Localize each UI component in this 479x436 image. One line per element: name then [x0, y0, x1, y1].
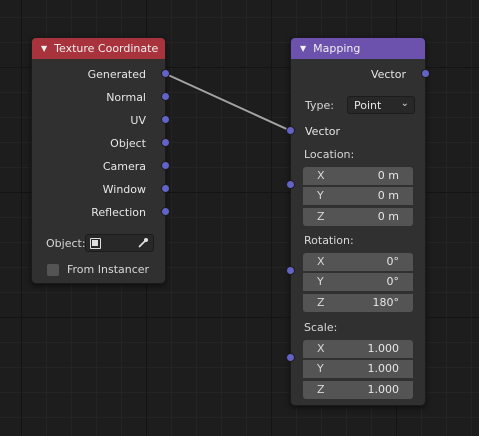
rotation-z-field[interactable]: Z 180°	[303, 294, 413, 312]
type-dropdown-value: Point	[354, 99, 382, 112]
socket-generated[interactable]	[161, 69, 170, 78]
scale-z-field[interactable]: Z 1.000	[303, 381, 413, 399]
axis-label: X	[317, 169, 325, 182]
collapse-arrow-icon[interactable]: ▼	[41, 44, 47, 53]
type-label: Type:	[305, 99, 334, 112]
axis-label: X	[317, 255, 325, 268]
output-label-camera: Camera	[102, 160, 146, 173]
field-value: 1.000	[367, 342, 400, 355]
socket-camera[interactable]	[161, 161, 170, 170]
node-title: Mapping	[313, 42, 361, 55]
object-cube-icon	[90, 238, 101, 249]
socket-vector-input[interactable]	[286, 126, 295, 135]
location-y-field[interactable]: Y 0 m	[303, 187, 413, 205]
socket-object[interactable]	[161, 138, 170, 147]
field-value: 0°	[386, 275, 400, 288]
object-picker-field[interactable]	[85, 234, 154, 252]
socket-vector-output[interactable]	[421, 69, 430, 78]
output-label-window: Window	[102, 183, 146, 196]
axis-label: X	[317, 342, 325, 355]
object-label: Object:	[46, 237, 86, 250]
texture-coordinate-node[interactable]: ▼ Texture Coordinate Generated Normal UV…	[31, 37, 166, 284]
axis-label: Y	[317, 275, 324, 288]
field-value: 0°	[386, 255, 400, 268]
output-label-generated: Generated	[87, 68, 146, 81]
output-label-vector: Vector	[370, 68, 406, 81]
from-instancer-label: From Instancer	[67, 263, 150, 276]
socket-window[interactable]	[161, 184, 170, 193]
socket-normal[interactable]	[161, 92, 170, 101]
location-x-field[interactable]: X 0 m	[303, 167, 413, 185]
axis-label: Y	[317, 189, 324, 202]
location-z-field[interactable]: Z 0 m	[303, 208, 413, 226]
field-value: 0 m	[377, 210, 399, 223]
rotation-x-field[interactable]: X 0°	[303, 253, 413, 271]
from-instancer-checkbox[interactable]	[47, 264, 59, 276]
output-label-reflection: Reflection	[91, 206, 146, 219]
socket-rotation-input[interactable]	[286, 266, 295, 275]
eyedropper-icon[interactable]	[137, 237, 149, 249]
output-label-object: Object	[110, 137, 146, 150]
field-value: 180°	[372, 296, 400, 309]
socket-uv[interactable]	[161, 115, 170, 124]
scale-x-field[interactable]: X 1.000	[303, 340, 413, 358]
field-value: 0 m	[377, 169, 399, 182]
socket-reflection[interactable]	[161, 207, 170, 216]
field-value: 1.000	[367, 383, 400, 396]
vector-input-label: Vector	[305, 125, 341, 138]
collapse-arrow-icon[interactable]: ▼	[300, 44, 306, 53]
scale-label: Scale:	[304, 321, 338, 334]
scale-y-field[interactable]: Y 1.000	[303, 360, 413, 378]
mapping-node[interactable]: ▼ Mapping Vector Type: Point ⌄ Vector Lo…	[290, 37, 426, 406]
socket-scale-input[interactable]	[286, 353, 295, 362]
mapping-header[interactable]: ▼ Mapping	[291, 38, 425, 59]
axis-label: Z	[317, 296, 325, 309]
rotation-y-field[interactable]: Y 0°	[303, 273, 413, 291]
rotation-label: Rotation:	[304, 234, 354, 247]
output-label-normal: Normal	[106, 91, 146, 104]
socket-location-input[interactable]	[286, 180, 295, 189]
axis-label: Z	[317, 383, 325, 396]
chevron-down-icon: ⌄	[400, 98, 409, 109]
axis-label: Z	[317, 210, 325, 223]
field-value: 1.000	[367, 362, 400, 375]
axis-label: Y	[317, 362, 324, 375]
field-value: 0 m	[377, 189, 399, 202]
type-dropdown[interactable]: Point ⌄	[347, 96, 415, 114]
output-label-uv: UV	[130, 114, 146, 127]
node-title: Texture Coordinate	[54, 42, 159, 55]
location-label: Location:	[304, 148, 355, 161]
texture-coordinate-header[interactable]: ▼ Texture Coordinate	[32, 38, 165, 59]
